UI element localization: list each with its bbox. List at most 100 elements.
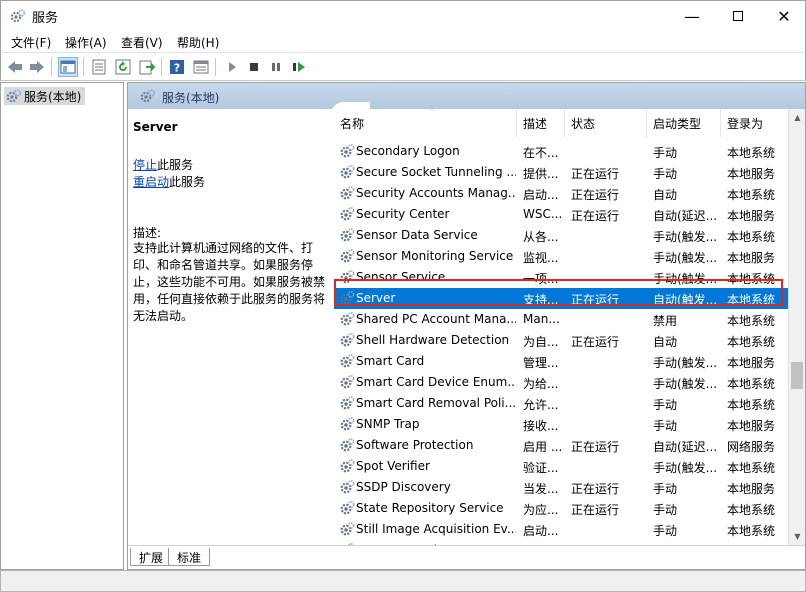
service-description: 支持此计算机通过网络的文件、打印、和命名管道共享。如果服务停止，这些功能不可用。… [133, 241, 326, 323]
minimize-button[interactable]: — [669, 1, 715, 31]
menu-file[interactable]: 文件(F) [11, 34, 51, 51]
tab-extended[interactable]: 扩展 [130, 548, 173, 566]
stop-icon [250, 63, 258, 71]
back-button[interactable] [5, 57, 25, 77]
cell-startup-type: 手动(触发... [653, 461, 718, 475]
column-header-name[interactable]: 名称 ⌃ [334, 109, 517, 137]
services-gear-icon [10, 8, 26, 24]
view-tabs: 扩展 标准 [128, 545, 805, 569]
cell-description: Man... [523, 312, 560, 326]
table-row[interactable]: State Repository Service 为应... 正在运行 手动 本地系统 [334, 498, 788, 519]
menu-view[interactable]: 查看(V) [121, 34, 163, 51]
vertical-scrollbar[interactable]: ▲ ▼ [788, 109, 805, 545]
service-gear-icon [339, 311, 355, 330]
cell-description: 为应... [523, 503, 559, 517]
maximize-icon [733, 11, 743, 21]
close-button[interactable]: ✕ [761, 1, 806, 31]
cell-status: 正在运行 [571, 503, 620, 517]
service-gear-icon [339, 290, 355, 309]
cell-description: 接收... [523, 419, 559, 433]
scroll-down-icon[interactable]: ▼ [789, 528, 805, 545]
cell-startup-type: 自动 [653, 335, 678, 349]
service-gear-icon [339, 374, 355, 393]
pause-icon [272, 63, 280, 71]
table-row[interactable]: Secondary Logon 在不... 手动 本地系统 [334, 141, 788, 162]
cell-startup-type: 手动(触发... [653, 377, 718, 391]
table-row[interactable]: SNMP Trap 接收... 手动 本地服务 [334, 414, 788, 435]
restart-service-link[interactable]: 重启动 [133, 175, 169, 189]
cell-log-on-as: 本地服务 [727, 167, 776, 181]
cell-description: 启用 ... [523, 440, 563, 454]
close-icon: ✕ [777, 6, 791, 26]
table-row[interactable]: Software Protection 启用 ... 正在运行 自动(延迟... 网络服… [334, 435, 788, 456]
properties-button[interactable] [89, 57, 109, 77]
restart-action: 重启动此服务 [133, 173, 205, 190]
table-row[interactable]: Sensor Monitoring Service 监视... 手动(触发... 本地… [334, 246, 788, 267]
cell-log-on-as: 本地系统 [727, 188, 776, 202]
cell-name: Still Image Acquisition Ev... [356, 522, 516, 536]
menu-action[interactable]: 操作(A) [65, 34, 107, 51]
column-header-startup-type[interactable]: 启动类型 [647, 109, 721, 137]
cell-description: 为给... [523, 377, 559, 391]
cell-name: SNMP Trap [356, 417, 420, 431]
stop-action: 停止此服务 [133, 156, 193, 173]
table-row[interactable]: Smart Card 管理... 手动(触发... 本地服务 [334, 351, 788, 372]
refresh-icon [115, 59, 131, 75]
scroll-up-icon[interactable]: ▲ [789, 109, 805, 126]
refresh-button[interactable] [113, 57, 133, 77]
cell-startup-type: 自动(延迟... [653, 209, 718, 223]
scrollbar-thumb[interactable] [791, 362, 803, 389]
cell-startup-type: 手动(触发... [653, 230, 718, 244]
table-row[interactable]: Still Image Acquisition Ev... 启动... 手动 本地系统 [334, 519, 788, 540]
menu-help[interactable]: 帮助(H) [177, 34, 219, 51]
minimize-icon: — [684, 6, 700, 26]
stop-service-link[interactable]: 停止 [133, 158, 157, 172]
maximize-button[interactable] [715, 1, 761, 31]
start-service-button[interactable] [222, 57, 242, 77]
cell-description: 验证... [523, 461, 559, 475]
table-row[interactable]: Shared PC Account Mana... Man... 禁用 本地系统 [334, 309, 788, 330]
pause-service-button[interactable] [266, 57, 286, 77]
cell-description: 从各... [523, 230, 559, 244]
cell-name: Shared PC Account Mana... [356, 312, 516, 326]
forward-button[interactable] [27, 57, 47, 77]
help-button[interactable]: ? [167, 57, 187, 77]
table-row[interactable]: Security Accounts Manag... 启动... 正在运行 自动 本地系… [334, 183, 788, 204]
cell-startup-type: 手动 [653, 482, 678, 496]
export-list-button[interactable] [137, 57, 157, 77]
panel-title: 服务(本地) [162, 91, 220, 105]
service-gear-icon [339, 458, 355, 477]
table-row[interactable]: Server 支持... 正在运行 自动(触发... 本地系统 [334, 288, 788, 309]
restart-service-button[interactable] [289, 57, 309, 77]
tab-standard[interactable]: 标准 [168, 548, 211, 566]
table-row[interactable]: Security Center WSC... 正在运行 自动(延迟... 本地服务 [334, 204, 788, 225]
selected-service-name: Server [133, 120, 178, 134]
cell-log-on-as: 本地系统 [727, 293, 776, 307]
column-header-status[interactable]: 状态 [565, 109, 647, 137]
table-row[interactable]: SSDP Discovery 当发... 正在运行 手动 本地服务 [334, 477, 788, 498]
cell-startup-type: 自动 [653, 188, 678, 202]
table-row[interactable]: Smart Card Device Enum... 为给... 手动(触发... 本地… [334, 372, 788, 393]
table-row[interactable]: Secure Socket Tunneling ... 提供... 正在运行 手动 本地… [334, 162, 788, 183]
show-hide-tree-button[interactable] [58, 57, 78, 77]
column-header-description[interactable]: 描述 [517, 109, 565, 137]
cell-log-on-as: 本地服务 [727, 482, 776, 496]
view-button[interactable] [191, 57, 211, 77]
table-row[interactable]: Sensor Data Service 从各... 手动(触发... 本地系统 [334, 225, 788, 246]
cell-log-on-as: 本地系统 [727, 377, 776, 391]
cell-startup-type: 手动(触发... [653, 272, 718, 286]
tree-node-services-local[interactable]: 服务(本地) [4, 87, 86, 107]
service-detail-pane: Server 停止此服务 重启动此服务 描述: 支持此计算机通过网络的文件、打印… [128, 109, 334, 545]
cell-log-on-as: 本地系统 [727, 524, 776, 538]
stop-service-button[interactable] [244, 57, 264, 77]
table-row[interactable]: Shell Hardware Detection 为自... 正在运行 自动 本地系统 [334, 330, 788, 351]
cell-name: Server [356, 291, 396, 305]
cell-name: Smart Card [356, 354, 425, 368]
cell-startup-type: 手动 [653, 398, 678, 412]
cell-description: 在不... [523, 146, 559, 160]
services-gear-icon [6, 88, 22, 107]
table-row[interactable]: Smart Card Removal Poli... 允许... 手动 本地系统 [334, 393, 788, 414]
column-header-log-on-as[interactable]: 登录为 [721, 109, 788, 137]
table-row[interactable]: Sensor Service 一项... 手动(触发... 本地系统 [334, 267, 788, 288]
table-row[interactable]: Spot Verifier 验证... 手动(触发... 本地系统 [334, 456, 788, 477]
